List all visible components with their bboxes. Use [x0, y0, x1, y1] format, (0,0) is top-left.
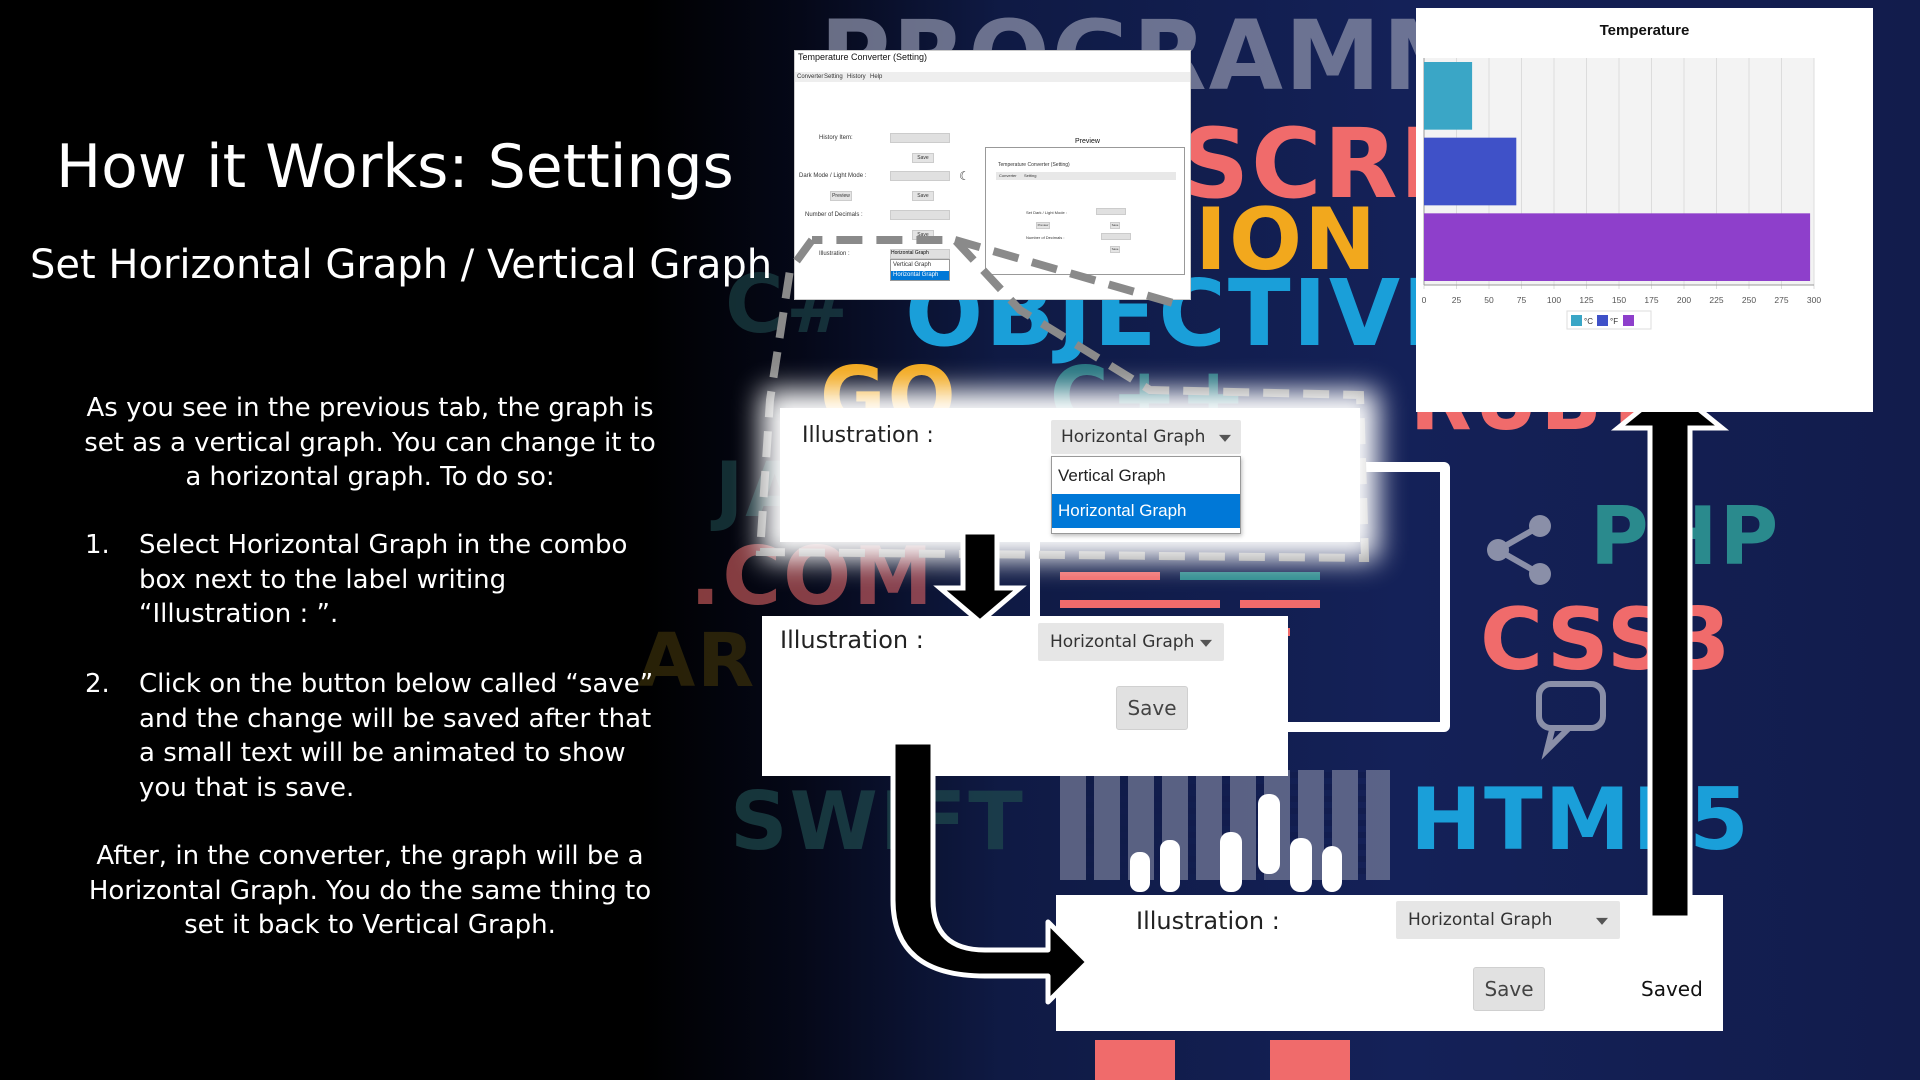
legend-swatch	[1623, 315, 1634, 326]
x-tick-label: 175	[1644, 295, 1658, 305]
bar-3	[1424, 213, 1811, 281]
legend-swatch	[1571, 315, 1582, 326]
x-tick-label: 200	[1677, 295, 1691, 305]
x-tick-label: 275	[1774, 295, 1788, 305]
x-tick-label: 250	[1742, 295, 1756, 305]
x-tick-label: 150	[1612, 295, 1626, 305]
x-tick-label: 225	[1709, 295, 1723, 305]
temperature-chart: Temperature 0 25 50 75 100 125 150 175 200 225 250…	[1416, 8, 1873, 412]
bar-2	[1424, 137, 1517, 206]
x-tick-label: 300	[1807, 295, 1821, 305]
legend-label: °C	[1584, 317, 1593, 326]
x-tick-label: 125	[1579, 295, 1593, 305]
slide: PROGRAMM SCRIP ION OBJECTIVE C# GO C++ R…	[0, 0, 1920, 1080]
bar-1	[1424, 62, 1473, 130]
x-tick-label: 50	[1484, 295, 1494, 305]
chart-plot: 0 25 50 75 100 125 150 175 200 225 250 275 300 °C °F	[1422, 58, 1821, 330]
x-tick-label: 75	[1517, 295, 1527, 305]
x-tick-label: 25	[1452, 295, 1462, 305]
legend-swatch	[1597, 315, 1608, 326]
legend-label: °F	[1610, 317, 1618, 326]
x-tick-label: 100	[1547, 295, 1561, 305]
x-tick-label: 0	[1422, 295, 1427, 305]
